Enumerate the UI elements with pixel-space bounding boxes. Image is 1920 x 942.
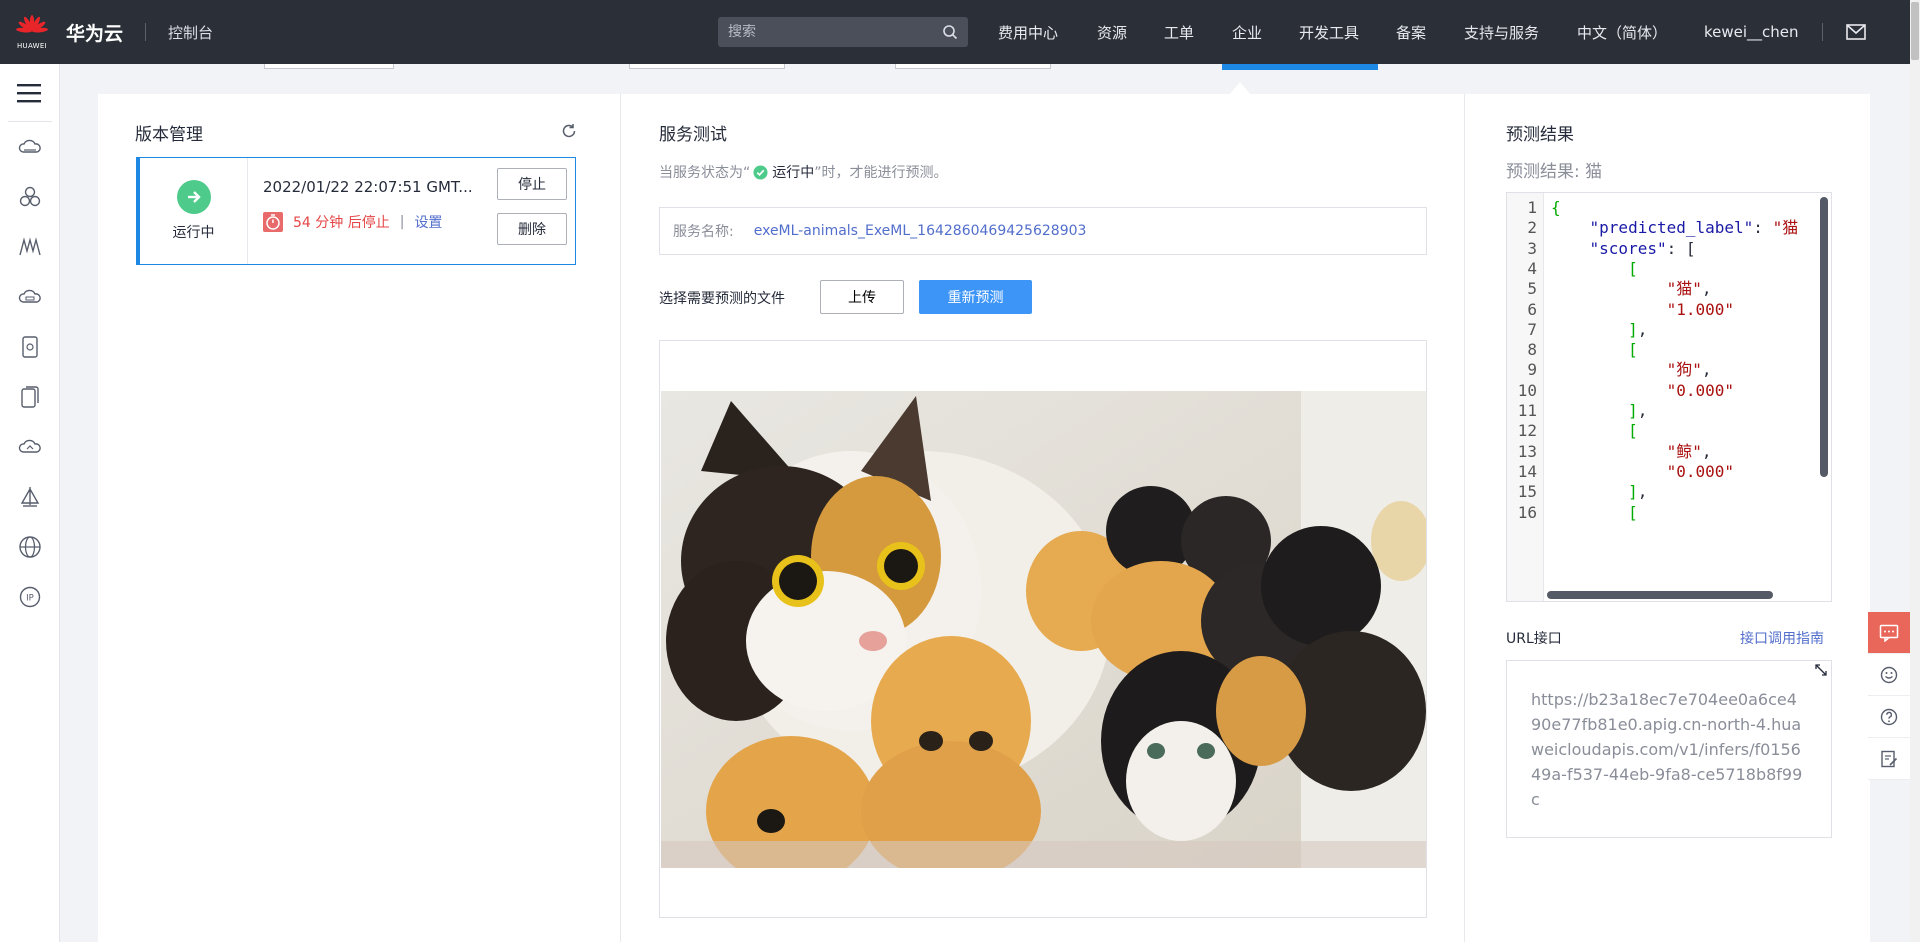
prediction-title: 预测结果: [1506, 125, 1574, 145]
kittens-photo: [661, 391, 1426, 868]
globe-icon[interactable]: [18, 535, 42, 559]
pipe-divider: |: [399, 214, 405, 230]
nav-divider: [1822, 23, 1823, 41]
url-textbox[interactable]: https://b23a18ec7e704ee0a6ce490e77fb81e0…: [1506, 660, 1832, 838]
nav-user[interactable]: kewei__chen: [1704, 23, 1799, 41]
refresh-icon[interactable]: [561, 123, 577, 139]
nav-resources[interactable]: 资源: [1097, 22, 1127, 43]
header-divider: [145, 23, 147, 41]
column-divider: [1464, 94, 1465, 942]
panel-pointer: [1230, 82, 1250, 94]
svg-text:IP: IP: [26, 594, 34, 604]
brand-name[interactable]: 华为云: [66, 19, 123, 46]
huawei-flower-icon: [16, 14, 48, 33]
customer-service-icon[interactable]: [1868, 654, 1910, 696]
cloud-upload-icon[interactable]: [18, 435, 42, 459]
setting-link[interactable]: 设置: [414, 212, 442, 232]
ip-icon[interactable]: IP: [18, 585, 42, 609]
line-number: 16: [1517, 502, 1537, 522]
huawei-logo[interactable]: HUAWEI: [0, 0, 64, 64]
column-divider: [620, 94, 621, 942]
search-input[interactable]: [728, 24, 942, 40]
cloud-server-icon[interactable]: [18, 135, 42, 159]
search-icon[interactable]: [942, 24, 958, 40]
console-link[interactable]: 控制台: [168, 22, 213, 43]
nav-billing[interactable]: 费用中心: [998, 22, 1058, 43]
cloud-storage-icon[interactable]: [18, 285, 42, 309]
service-title: 服务测试: [659, 125, 727, 145]
sail-icon[interactable]: [18, 485, 42, 509]
hint-prefix: 当服务状态为“: [659, 165, 751, 181]
version-card[interactable]: 运行中 2022/01/22 22:07:51 GMT... 54 分钟 后停止…: [136, 157, 576, 265]
window-scrollbar-thumb[interactable]: [1911, 2, 1919, 60]
top-strip: [60, 64, 1910, 94]
running-arrow-icon: [176, 180, 211, 214]
files-icon[interactable]: [18, 385, 42, 409]
cluster-icon[interactable]: [18, 185, 42, 209]
mail-icon[interactable]: [1846, 24, 1866, 40]
database-icon[interactable]: [18, 335, 42, 359]
service-hint: 当服务状态为“ 运行中 ”时，才能进行预测。: [659, 162, 948, 182]
modelarts-icon[interactable]: [18, 235, 42, 259]
auto-stop-row: 54 分钟 后停止 | 设置: [263, 212, 442, 232]
sidebar-divider: [8, 121, 52, 122]
url-label: URL接口: [1506, 631, 1562, 647]
prediction-summary: 预测结果: 猫: [1506, 162, 1603, 182]
nav-language[interactable]: 中文（简体）: [1577, 22, 1667, 43]
floating-toolbar: [1868, 612, 1910, 780]
version-time: 2022/01/22 22:07:51 GMT...: [263, 178, 473, 196]
api-guide-link[interactable]: 接口调用指南: [1740, 628, 1824, 648]
strip-active-tab: [1222, 64, 1378, 70]
nav-dev-tools[interactable]: 开发工具: [1299, 22, 1359, 43]
timer-icon: [263, 212, 283, 232]
preview-image-frame: [659, 340, 1427, 918]
expand-icon[interactable]: [1814, 663, 1828, 677]
hint-status: 运行中: [772, 165, 815, 181]
main-panel: 版本管理 运行中 2022/01/22 22:07:51 GMT... 54 分…: [98, 94, 1870, 942]
menu-icon[interactable]: [15, 82, 43, 104]
strip-box: [895, 64, 1051, 69]
version-title: 版本管理: [135, 125, 203, 145]
help-icon[interactable]: [1868, 696, 1910, 738]
service-name-label: 服务名称:: [673, 224, 734, 240]
upload-button[interactable]: 上传: [820, 280, 904, 314]
hint-suffix: ”时，才能进行预测。: [814, 165, 948, 181]
window-scrollbar-track: [1910, 0, 1920, 942]
strip-box: [629, 64, 785, 69]
service-name-value: exeML-animals_ExeML_1642860469425628903: [753, 223, 1087, 239]
auto-stop-text: 54 分钟 后停止: [293, 215, 390, 231]
code-text: [: [1628, 502, 1638, 522]
notes-icon[interactable]: [1868, 738, 1910, 780]
editor-horizontal-scrollbar[interactable]: [1547, 591, 1773, 599]
nav-enterprise[interactable]: 企业: [1232, 22, 1262, 43]
strip-box: [264, 64, 394, 69]
feedback-chat-icon[interactable]: [1868, 612, 1910, 654]
repredict-button[interactable]: 重新预测: [919, 280, 1032, 314]
json-result-editor[interactable]: 1{2 "predicted_label": "猫 3 "scores": [4 …: [1506, 192, 1832, 602]
file-label: 选择需要预测的文件: [659, 291, 785, 307]
check-circle-icon: [753, 164, 768, 180]
nav-support[interactable]: 支持与服务: [1464, 22, 1539, 43]
editor-vertical-scrollbar[interactable]: [1820, 197, 1828, 477]
stop-button[interactable]: 停止: [497, 168, 567, 200]
nav-filing[interactable]: 备案: [1396, 22, 1426, 43]
version-status: 运行中: [140, 158, 248, 264]
delete-button[interactable]: 删除: [497, 213, 567, 245]
status-label: 运行中: [172, 225, 215, 241]
nav-tickets[interactable]: 工单: [1164, 22, 1194, 43]
service-name-field: 服务名称: exeML-animals_ExeML_16428604694256…: [659, 207, 1427, 255]
search-box[interactable]: [718, 17, 968, 47]
logo-text: HUAWEI: [16, 41, 47, 50]
